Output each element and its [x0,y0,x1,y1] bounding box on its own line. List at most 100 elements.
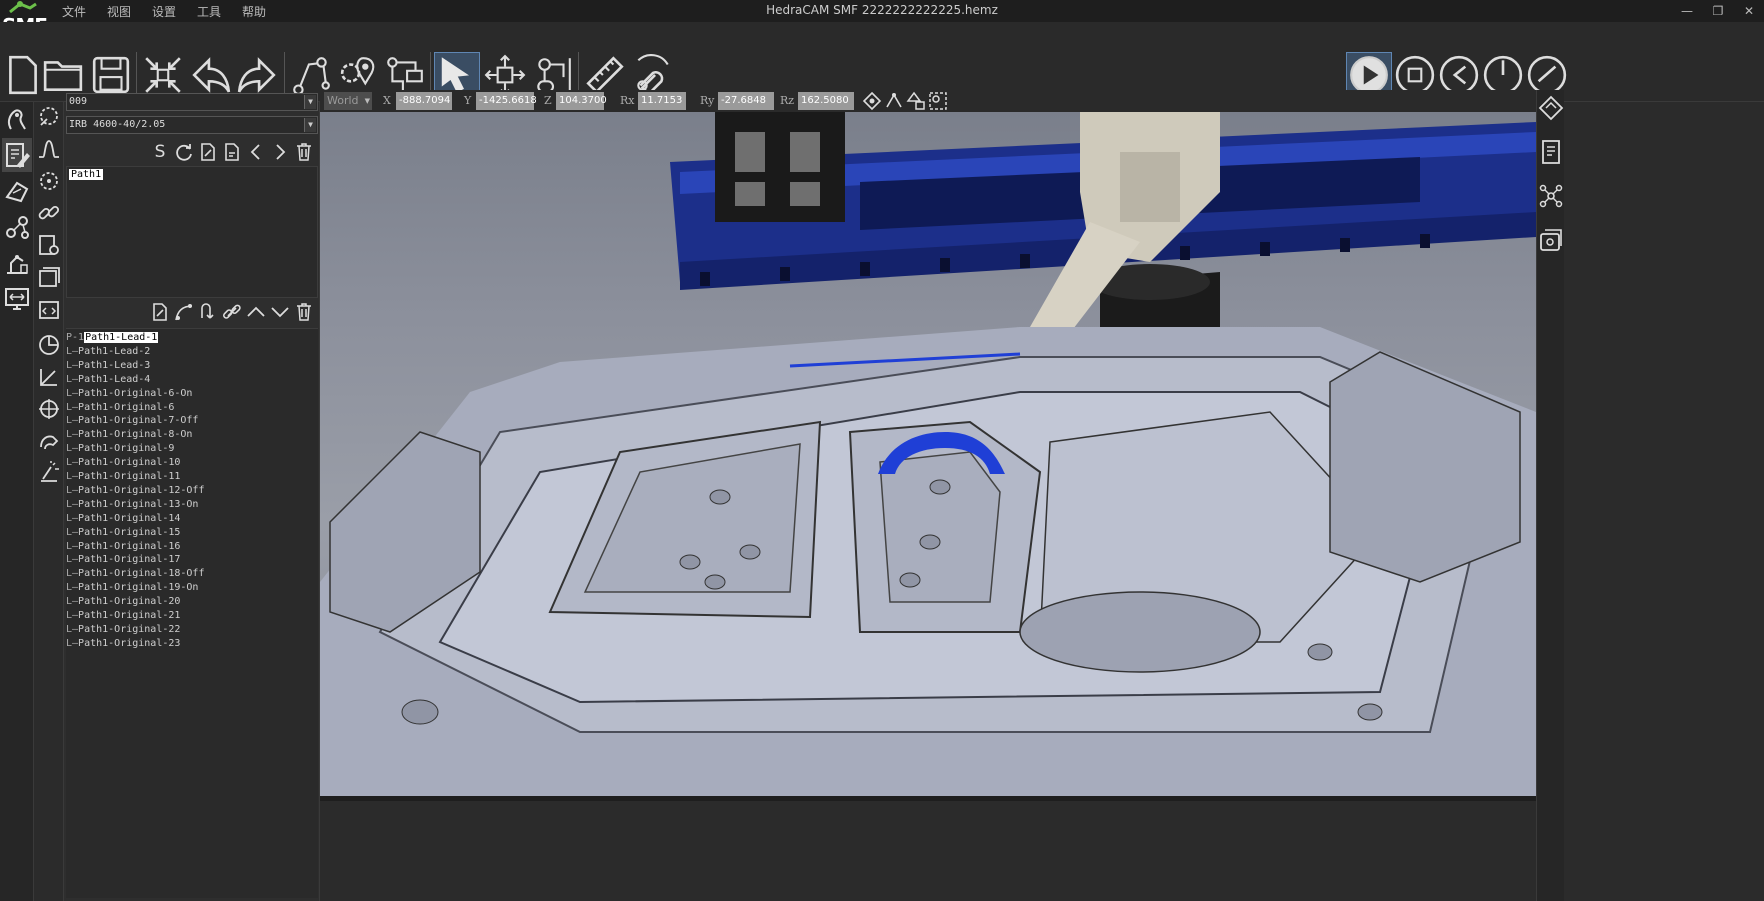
tree-item[interactable]: L—Path1-Original-8-On [66,428,192,442]
rx-field[interactable]: 11.7153 [638,92,686,110]
network-button[interactable] [1537,178,1565,214]
tree-item[interactable]: L—Path1-Original-18-Off [66,567,204,581]
program-select[interactable]: 009 ▼ [66,93,318,111]
menu-file[interactable]: 文件 [62,3,107,20]
y-field[interactable]: -1425.6618 [476,92,537,110]
tree-item[interactable]: L—Path1-Original-13-On [66,498,198,512]
snap-shape-button[interactable] [906,91,926,111]
redo-button[interactable] [234,52,280,98]
fit-view-button[interactable] [140,52,186,98]
menu-help[interactable]: 帮助 [242,3,287,20]
mode-cell-button[interactable] [2,246,32,280]
tree-item[interactable]: L—Path1-Original-9 [66,442,174,456]
3d-viewport[interactable] [320,112,1536,796]
next-button[interactable] [269,140,291,164]
previous-button[interactable] [245,140,267,164]
tree-item[interactable]: L—Path1-Original-10 [66,456,180,470]
minimize-button[interactable]: — [1672,2,1702,20]
weld-button[interactable] [36,458,62,488]
display-settings-button[interactable] [1537,222,1565,258]
x-label: X [383,94,391,107]
doc-settings-button[interactable] [36,230,62,260]
save-button[interactable] [88,52,134,98]
robot-model-select[interactable]: IRB 4600-40/2.05 ▼ [66,116,318,134]
path-item[interactable]: Path1 [69,169,104,180]
tree-item[interactable]: L—Path1-Original-17 [66,553,180,567]
chevron-up-icon [247,306,265,317]
tree-item[interactable]: L—Path1-Original-12-Off [66,484,204,498]
vector-button[interactable] [36,362,62,392]
tree-item[interactable]: L—Path1-Lead-2 [66,345,150,359]
close-button[interactable]: ✕ [1734,2,1764,20]
menu-view[interactable]: 视图 [107,3,152,20]
move-up-button[interactable] [245,300,267,324]
tree-item[interactable]: L—Path1-Original-6-On [66,387,192,401]
monitor-sync-icon [5,288,29,310]
snap-edge-button[interactable] [884,91,904,111]
tree-item[interactable]: L—Path1-Original-15 [66,526,180,540]
tree-item[interactable]: L—Path1-Original-19-On [66,581,198,595]
tree-item-label: Path1-Original-20 [78,596,181,608]
tree-item[interactable]: L—Path1-Original-7-Off [66,414,198,428]
target-button[interactable] [36,394,62,424]
curve-button[interactable] [36,134,62,164]
mode-workpiece-button[interactable] [2,174,32,208]
tree-item[interactable]: L—Path1-Original-20 [66,595,180,609]
mode-sidebar [0,102,34,901]
menu-tools[interactable]: 工具 [197,3,242,20]
mode-program-button[interactable] [2,138,32,172]
tree-item[interactable]: L—Path1-Original-6 [66,401,174,415]
tree-item[interactable]: L—Path1-Lead-4 [66,373,150,387]
tree-item[interactable]: L—Path1-Original-11 [66,470,180,484]
tree-connector: L— [66,359,79,371]
chart-pie-button[interactable] [36,330,62,360]
segment-link-button[interactable] [221,300,243,324]
tool-robot-button[interactable] [36,426,62,456]
tree-item[interactable]: L—Path1-Original-16 [66,540,180,554]
mode-robot-button[interactable] [2,102,32,136]
delete-segment-button[interactable] [293,300,315,324]
select-region-button[interactable] [36,102,62,132]
rz-field[interactable]: 162.5080 [798,92,854,110]
tree-item[interactable]: L—Path1-Original-14 [66,512,180,526]
toolbar-separator [284,52,285,98]
tree-item-label: Path1-Original-6 [78,401,175,413]
snap-point-button[interactable] [862,91,882,111]
edit-doc-button[interactable] [197,140,219,164]
tree-item[interactable]: P-1Path1-Lead-1 [66,331,159,345]
segment-curve-button[interactable] [173,300,195,324]
path-s-button[interactable]: S [149,140,171,164]
refresh-button[interactable] [173,140,195,164]
tree-item[interactable]: L—Path1-Original-21 [66,609,180,623]
robot-tool-icon [40,435,59,450]
segment-doc-button[interactable] [149,300,171,324]
maximize-button[interactable]: ❐ [1703,2,1733,20]
tree-connector: L— [66,415,79,427]
layers-button[interactable] [36,262,62,292]
view-orientation-button[interactable] [1537,90,1565,126]
menu-settings[interactable]: 设置 [152,3,197,20]
tree-item[interactable]: L—Path1-Original-23 [66,637,180,651]
open-folder-button[interactable] [40,52,86,98]
frame-select[interactable]: World ▼ [324,92,372,110]
copy-doc-button[interactable] [221,140,243,164]
copy-doc-icon [225,143,239,161]
move-down-button[interactable] [269,300,291,324]
x-field[interactable]: -888.7094 [396,92,452,110]
coordinate-bar: World ▼ X -888.7094 Y -1425.6618 Z 104.37… [320,90,1536,112]
mode-simulation-button[interactable] [2,282,32,316]
report-button[interactable] [1537,134,1565,170]
link-button[interactable] [36,198,62,228]
undo-button[interactable] [188,52,234,98]
scene-render [320,112,1536,796]
mode-graph-button[interactable] [2,210,32,244]
segment-reverse-button[interactable] [197,300,219,324]
ry-field[interactable]: -27.6848 [718,92,774,110]
snap-grid-button[interactable] [928,91,948,111]
code-view-button[interactable] [36,294,62,324]
tree-item[interactable]: L—Path1-Original-22 [66,623,180,637]
tree-item[interactable]: L—Path1-Lead-3 [66,359,150,373]
delete-path-button[interactable] [293,140,315,164]
point-select-button[interactable] [36,166,62,196]
z-field[interactable]: 104.3700 [556,92,607,110]
